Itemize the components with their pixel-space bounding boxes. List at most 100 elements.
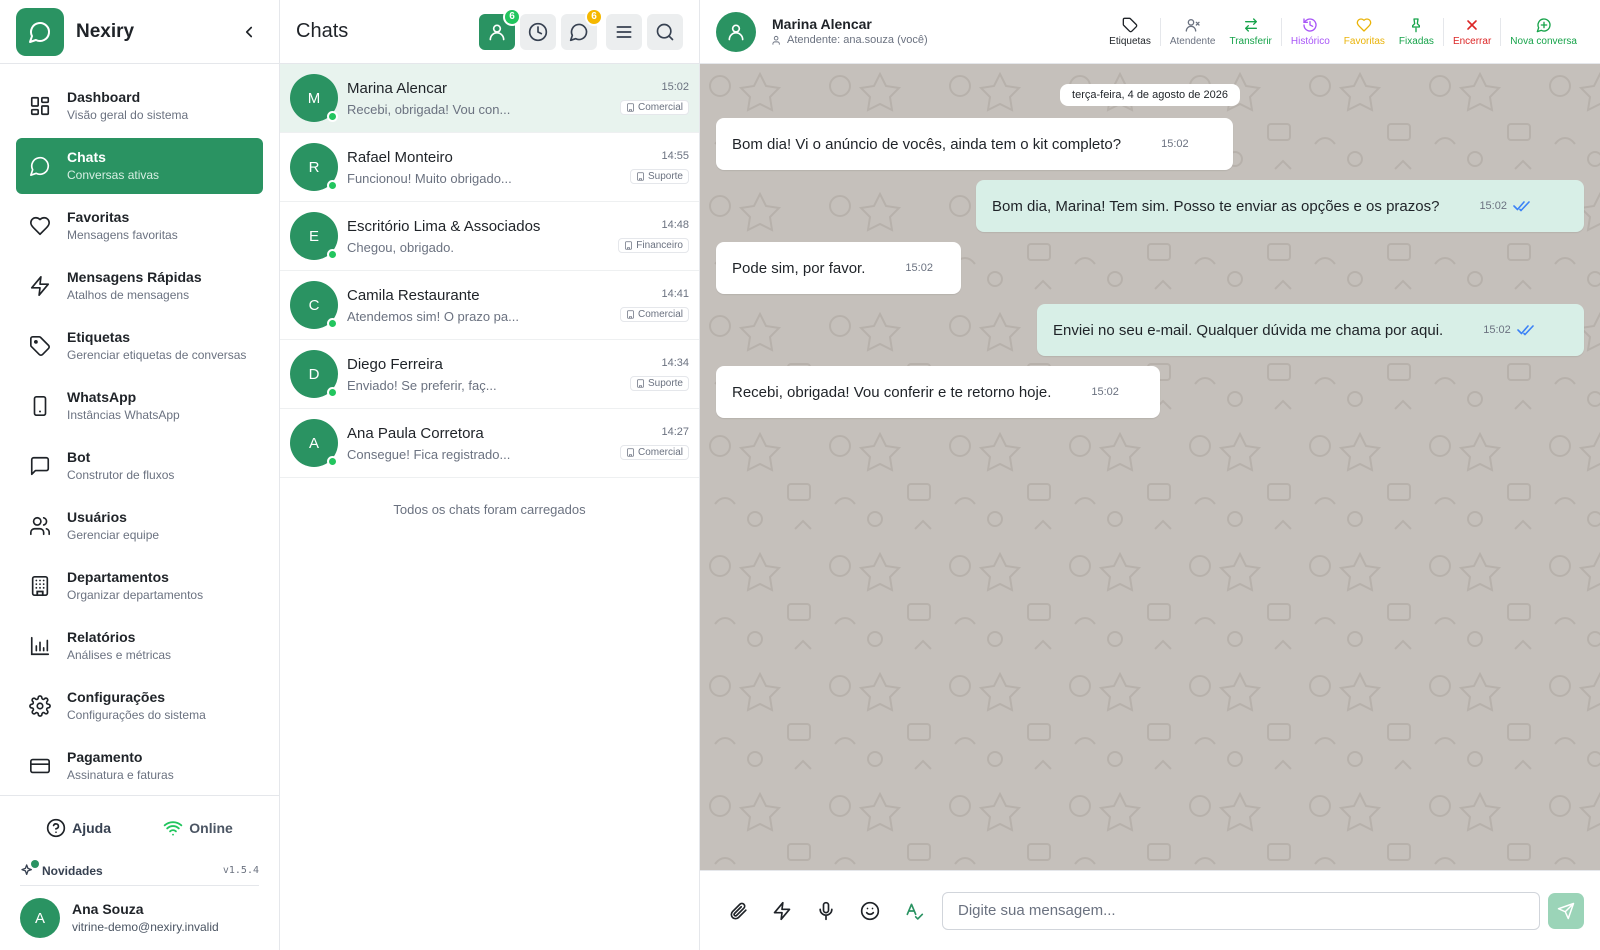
building-icon	[28, 574, 52, 598]
chat-time: 14:48	[661, 219, 689, 231]
sidebar-item-label: Pagamento	[67, 749, 143, 766]
sidebar-item-description: Construtor de fluxos	[67, 467, 175, 482]
message-incoming[interactable]: Pode sim, por favor. 15:02	[716, 242, 961, 294]
sidebar-item-departamentos[interactable]: Departamentos Organizar departamentos	[16, 558, 263, 614]
user-profile[interactable]: A Ana Souza vitrine-demo@nexiry.invalid	[20, 886, 259, 950]
message-time: 15:02	[1091, 386, 1119, 398]
app-root: Nexiry Dashboard Visão geral do sistema C…	[0, 0, 1600, 950]
history-icon	[1303, 17, 1317, 32]
chat-last-message: Enviado! Se preferir, faç...	[347, 377, 497, 393]
my-chats-filter-button[interactable]: 6	[479, 7, 521, 50]
chat-list-item[interactable]: A Ana Paula Corretora Consegue! Fica regi…	[280, 409, 699, 478]
paperclip-icon	[730, 902, 747, 920]
sidebar-item-label: Departamentos	[67, 569, 169, 586]
help-button[interactable]: Ajuda	[46, 818, 111, 838]
sidebar-item-label: Chats	[67, 149, 106, 166]
sidebar-item-pagamento[interactable]: Pagamento Assinatura e faturas	[16, 738, 263, 794]
search-icon	[656, 23, 674, 40]
sidebar-item-description: Mensagens favoritas	[67, 227, 178, 242]
building-icon	[625, 241, 633, 250]
user-name: Ana Souza	[72, 901, 144, 918]
message-incoming[interactable]: Recebi, obrigada! Vou conferir e te reto…	[716, 366, 1160, 418]
pinned-label: Fixadas	[1398, 35, 1434, 47]
avatar: E	[290, 212, 338, 260]
chat-list-panel: Chats 6 6 M Marina Alencar Recebi, obrig…	[280, 0, 700, 950]
voice-record-button[interactable]	[804, 893, 848, 929]
sidebar-item-whatsapp[interactable]: WhatsApp Instâncias WhatsApp	[16, 378, 263, 434]
send-button[interactable]	[1548, 892, 1584, 929]
close-conversation-label: Encerrar	[1452, 35, 1492, 47]
online-label: Online	[189, 820, 233, 836]
chat-list-item[interactable]: C Camila Restaurante Atendemos sim! O pra…	[280, 271, 699, 340]
sidebar-item-dashboard[interactable]: Dashboard Visão geral do sistema	[16, 78, 263, 134]
chat-list-item[interactable]: M Marina Alencar Recebi, obrigada! Vou co…	[280, 64, 699, 133]
department-tag-label: Suporte	[647, 378, 683, 389]
waiting-chats-filter-button[interactable]: 6	[561, 7, 603, 50]
sparkles-icon	[20, 859, 39, 879]
credit-card-icon	[28, 754, 52, 778]
tag-icon	[1122, 17, 1138, 32]
sidebar-item-etiquetas[interactable]: Etiquetas Gerenciar etiquetas de conversa…	[16, 318, 263, 374]
collapse-sidebar-button[interactable]	[235, 18, 263, 46]
avatar-initial: C	[308, 296, 320, 314]
menu-button[interactable]	[606, 13, 642, 50]
tags-button[interactable]: Etiquetas	[1102, 17, 1158, 47]
sidebar-item-description: Configurações do sistema	[67, 707, 206, 722]
toolbar-divider	[1500, 17, 1502, 46]
sidebar-item-description: Conversas ativas	[67, 167, 160, 182]
message-input[interactable]	[942, 891, 1540, 930]
new-conversation-button[interactable]: Nova conversa	[1503, 17, 1584, 47]
chat-list-item[interactable]: D Diego Ferreira Enviado! Se preferir, fa…	[280, 340, 699, 409]
department-tag-label: Suporte	[647, 171, 683, 182]
users-icon	[772, 35, 780, 45]
pinned-button[interactable]: Fixadas	[1392, 17, 1441, 47]
help-label: Ajuda	[72, 820, 112, 836]
chat-list-item[interactable]: E Escritório Lima & Associados Chegou, ob…	[280, 202, 699, 271]
sidebar-item-relatorios[interactable]: Relatórios Análises e métricas	[16, 618, 263, 674]
chat-list-header: Chats 6 6	[280, 0, 699, 64]
news-row[interactable]: Novidades v1.5.4	[20, 859, 259, 886]
quick-replies-button[interactable]	[760, 893, 804, 929]
user-email: vitrine-demo@nexiry.invalid	[72, 920, 219, 935]
close-conversation-button[interactable]: Encerrar	[1446, 17, 1498, 47]
attach-button[interactable]	[716, 893, 760, 929]
chat-list-item[interactable]: R Rafael Monteiro Funcionou! Muito obriga…	[280, 133, 699, 202]
toolbar-divider	[1280, 17, 1282, 46]
history-button[interactable]: Histórico	[1284, 17, 1337, 47]
spell-check-button[interactable]	[892, 893, 936, 929]
transfer-label: Transferir	[1229, 35, 1272, 47]
favorites-label: Favoritas	[1343, 35, 1385, 47]
contact-avatar[interactable]	[716, 11, 756, 52]
message-outgoing[interactable]: Bom dia, Marina! Tem sim. Posso te envia…	[976, 180, 1584, 232]
sidebar-item-label: Etiquetas	[67, 329, 131, 346]
double-check-icon	[1513, 201, 1530, 212]
sidebar-item-chats[interactable]: Chats Conversas ativas	[16, 138, 263, 194]
message-incoming[interactable]: Bom dia! Vi o anúncio de vocês, ainda te…	[716, 118, 1233, 170]
chat-icon	[28, 154, 52, 178]
chat-time: 15:02	[661, 81, 689, 93]
sidebar-item-configuracoes[interactable]: Configurações Configurações do sistema	[16, 678, 263, 734]
new-conversation-label: Nova conversa	[1510, 35, 1577, 47]
sidebar-item-mensagens-rapidas[interactable]: Mensagens Rápidas Atalhos de mensagens	[16, 258, 263, 314]
emoji-button[interactable]	[848, 893, 892, 929]
phone-icon	[28, 394, 52, 418]
agent-button[interactable]: Atendente	[1163, 17, 1223, 47]
sidebar-item-bot[interactable]: Bot Construtor de fluxos	[16, 438, 263, 494]
online-status-button[interactable]: Online	[163, 818, 233, 838]
avatar: A	[290, 419, 338, 467]
message-text: Recebi, obrigada! Vou conferir e te reto…	[732, 383, 1052, 401]
sidebar-item-favoritas[interactable]: Favoritas Mensagens favoritas	[16, 198, 263, 254]
tag-icon	[28, 334, 52, 358]
favorites-button[interactable]: Favoritas	[1337, 17, 1392, 47]
transfer-button[interactable]: Transferir	[1222, 17, 1278, 47]
avatar: M	[290, 74, 338, 122]
sidebar-item-usuarios[interactable]: Usuários Gerenciar equipe	[16, 498, 263, 554]
waiting-chats-count-badge: 6	[585, 7, 603, 26]
messages-area[interactable]: terça-feira, 4 de agosto de 2026 Bom dia…	[700, 64, 1600, 870]
message-outgoing[interactable]: Enviei no seu e-mail. Qualquer dúvida me…	[1037, 304, 1584, 356]
dashboard-icon	[28, 94, 52, 118]
search-button[interactable]	[647, 13, 683, 50]
sidebar-footer: Ajuda Online Novidades v1.5.4 A Ana Souz…	[0, 795, 279, 950]
history-filter-button[interactable]	[520, 13, 556, 50]
avatar-initial: A	[308, 434, 319, 452]
